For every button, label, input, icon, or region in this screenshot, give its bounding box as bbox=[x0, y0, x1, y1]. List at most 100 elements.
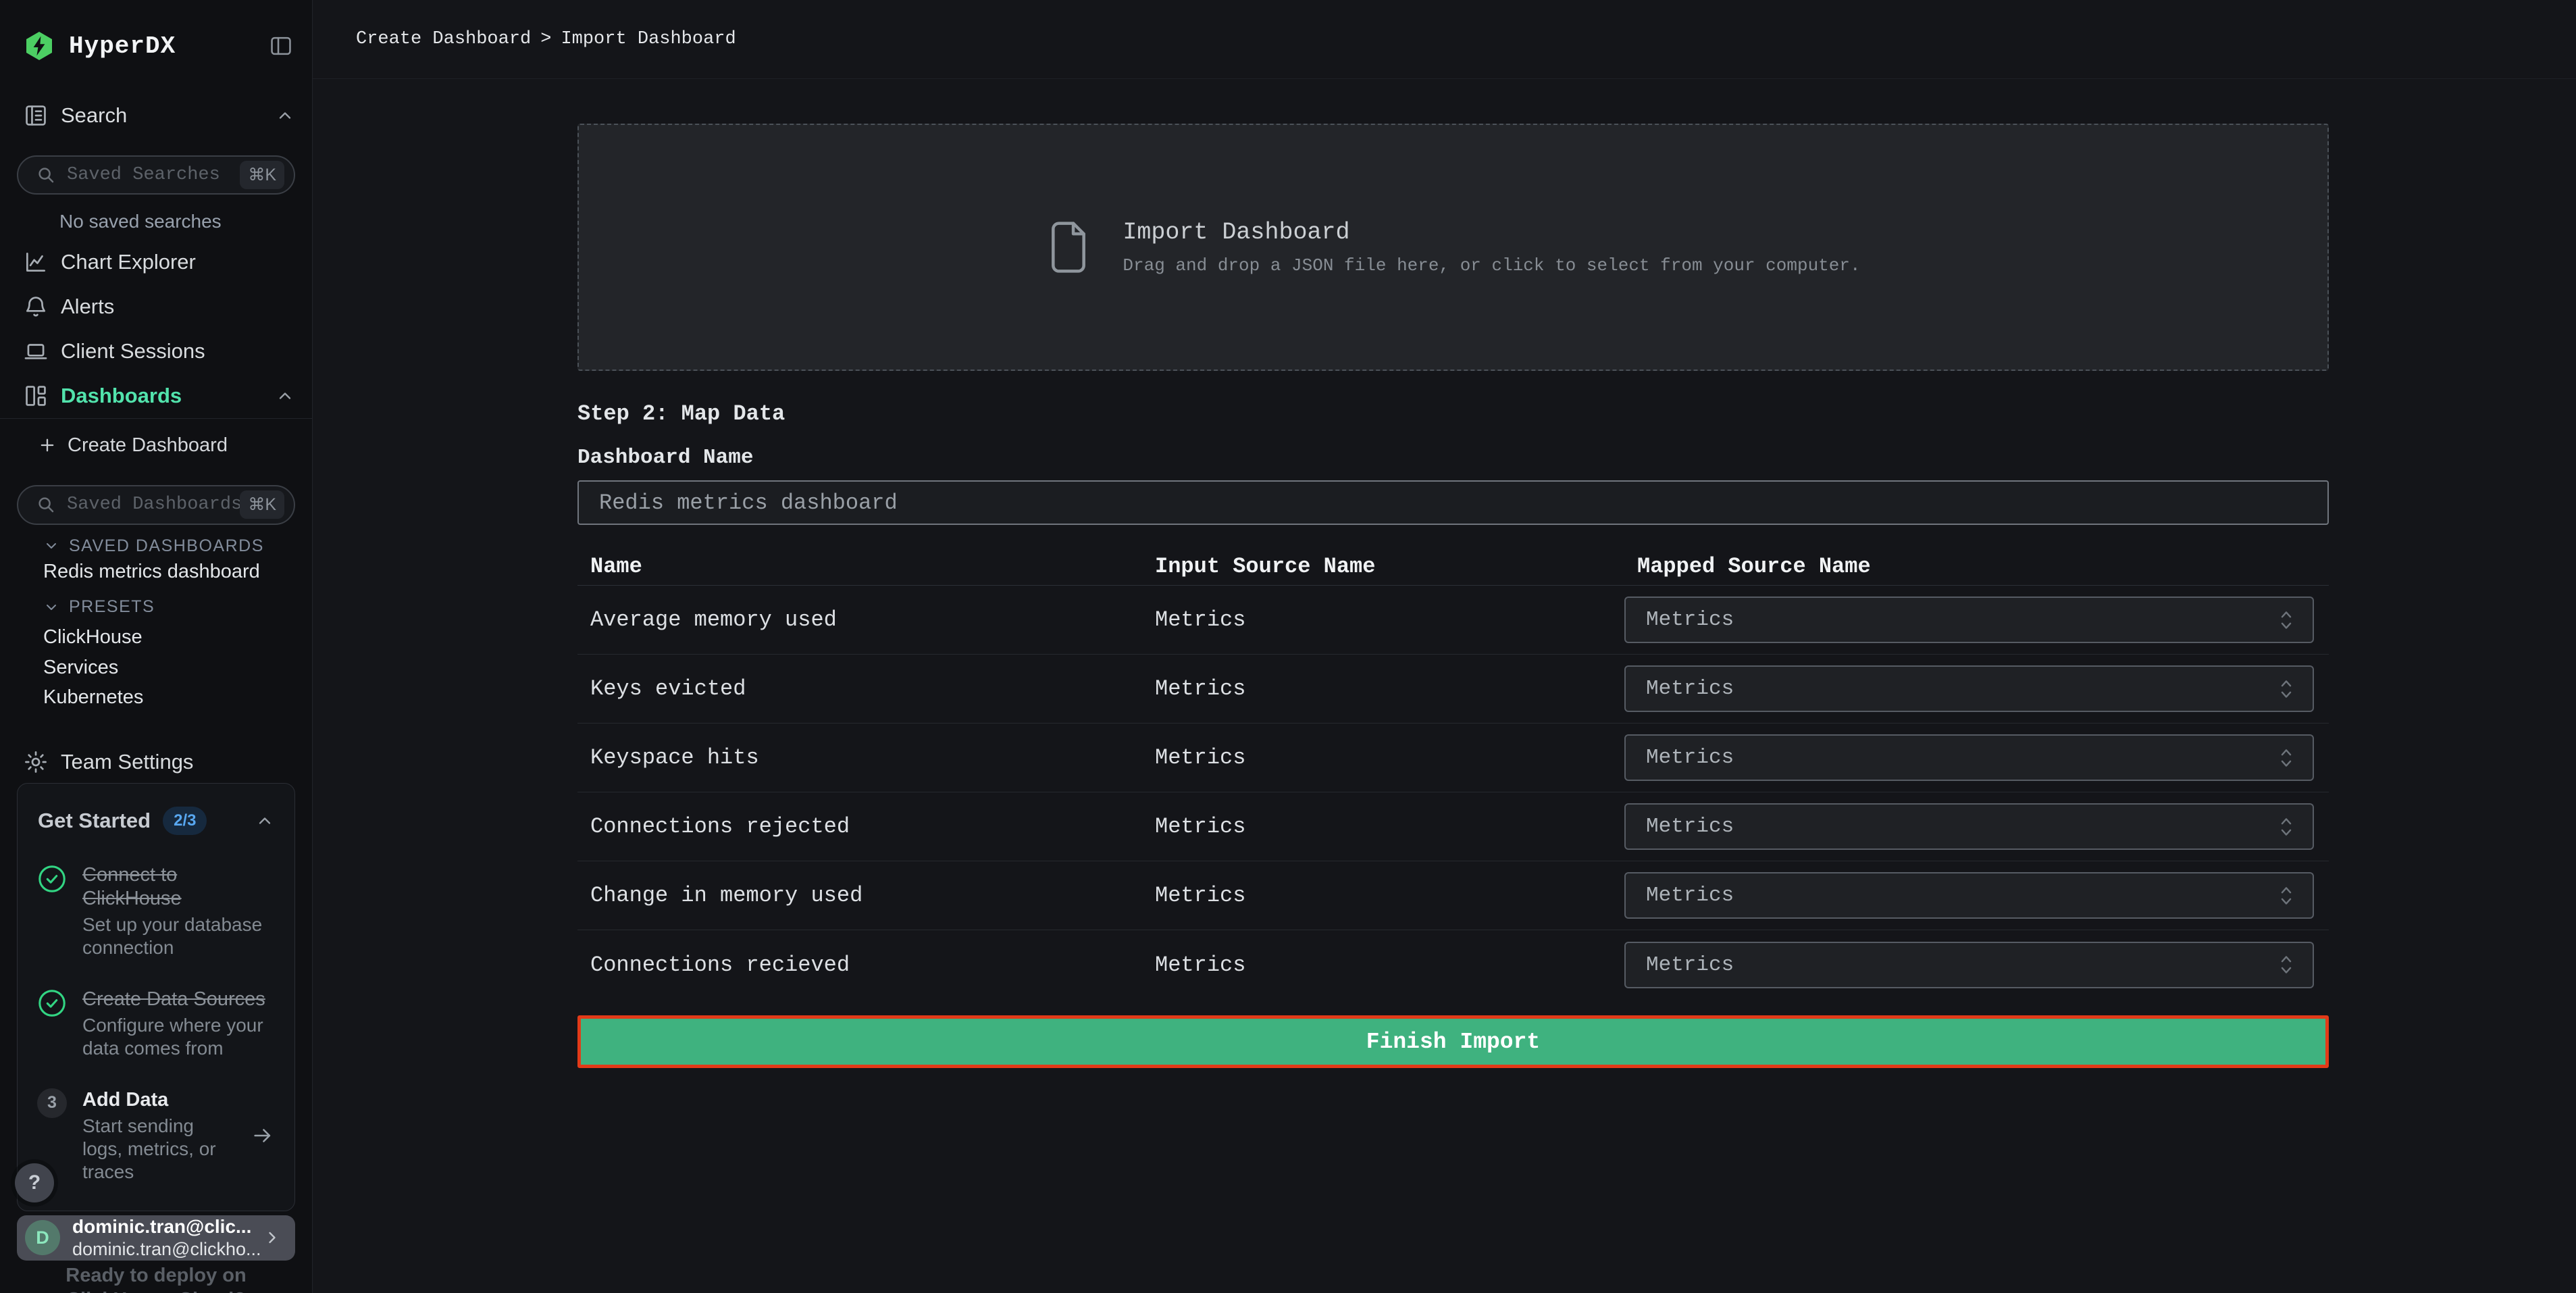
sidebar-item-label: Client Sessions bbox=[61, 339, 205, 363]
step-desc: Configure where your data comes from bbox=[82, 1014, 274, 1060]
saved-searches-search[interactable]: ⌘K bbox=[17, 155, 295, 195]
user-menu[interactable]: D dominic.tran@clic... dominic.tran@clic… bbox=[17, 1215, 295, 1261]
step-number-badge: 3 bbox=[37, 1088, 67, 1118]
sidebar-item-dashboards[interactable]: Dashboards bbox=[0, 374, 312, 418]
cell-name: Keys evicted bbox=[577, 676, 1142, 701]
panel-left-icon bbox=[268, 33, 294, 59]
get-started-step-add-data[interactable]: 3 Add Data Start sending logs, metrics, … bbox=[36, 1088, 274, 1184]
get-started-step-sources[interactable]: Create Data Sources Configure where your… bbox=[36, 988, 274, 1060]
avatar: D bbox=[25, 1220, 60, 1255]
chevron-up-icon bbox=[255, 811, 274, 830]
get-started-card: Get Started 2/3 Connect to ClickHouse Se… bbox=[17, 783, 295, 1211]
select-chevrons-icon bbox=[2276, 746, 2296, 769]
sidebar-item-alerts[interactable]: Alerts bbox=[0, 284, 312, 329]
arrow-right-icon bbox=[251, 1124, 274, 1147]
dropzone-subtitle: Drag and drop a JSON file here, or click… bbox=[1123, 255, 1860, 276]
mapped-source-select[interactable]: Metrics bbox=[1624, 597, 2314, 643]
saved-dashboards-input[interactable] bbox=[67, 495, 240, 515]
select-chevrons-icon bbox=[2276, 678, 2296, 701]
cloud-promo-text: Ready to deploy on ClickHouse Cloud? bbox=[0, 1263, 312, 1293]
section-saved-dashboards[interactable]: SAVED DASHBOARDS bbox=[43, 536, 312, 557]
progress-badge: 2/3 bbox=[163, 807, 207, 835]
cell-input-source: Metrics bbox=[1142, 745, 1624, 770]
finish-import-button[interactable]: Finish Import bbox=[577, 1015, 2329, 1068]
sidebar-item-search[interactable]: Search bbox=[23, 97, 294, 134]
shortcut-badge: ⌘K bbox=[240, 490, 284, 519]
column-header-mapped-source: Mapped Source Name bbox=[1624, 554, 2329, 579]
cell-input-source: Metrics bbox=[1142, 607, 1624, 632]
preset-item-services[interactable]: Services bbox=[0, 653, 312, 683]
laptop-icon bbox=[23, 338, 49, 364]
cell-name: Average memory used bbox=[577, 607, 1142, 632]
breadcrumb-import-dashboard[interactable]: Import Dashboard bbox=[561, 29, 736, 49]
select-value: Metrics bbox=[1646, 953, 1734, 977]
chart-explorer-icon bbox=[23, 249, 49, 275]
preset-item-clickhouse[interactable]: ClickHouse bbox=[0, 622, 312, 653]
section-label: PRESETS bbox=[69, 597, 155, 617]
sidebar: HyperDX Search ⌘K No saved searches Char… bbox=[0, 0, 313, 1293]
dashboards-icon bbox=[23, 383, 49, 409]
create-dashboard-label: Create Dashboard bbox=[68, 434, 228, 457]
logo-row: HyperDX bbox=[23, 27, 294, 65]
cell-name: Connections recieved bbox=[577, 953, 1142, 978]
promo-line-2: ClickHouse Cloud? bbox=[0, 1288, 312, 1293]
hyperdx-logo-icon bbox=[23, 30, 55, 62]
step-heading: Step 2: Map Data bbox=[577, 403, 2329, 425]
saved-dashboards-search[interactable]: ⌘K bbox=[17, 485, 295, 524]
chevron-up-icon bbox=[276, 106, 294, 125]
mapped-source-select[interactable]: Metrics bbox=[1624, 872, 2314, 919]
select-value: Metrics bbox=[1646, 608, 1734, 632]
table-row: Average memory used Metrics Metrics bbox=[577, 586, 2329, 655]
dashboard-name-label: Dashboard Name bbox=[577, 447, 2329, 469]
sidebar-item-label: Alerts bbox=[61, 295, 114, 319]
saved-dashboard-item[interactable]: Redis metrics dashboard bbox=[0, 557, 312, 587]
plus-icon bbox=[38, 436, 57, 455]
help-button[interactable]: ? bbox=[15, 1163, 54, 1202]
step-title: Create Data Sources bbox=[82, 988, 274, 1011]
dashboard-name-input[interactable] bbox=[577, 480, 2329, 525]
step-desc: Set up your database connection bbox=[82, 913, 274, 959]
mapped-source-select[interactable]: Metrics bbox=[1624, 665, 2314, 712]
user-name: dominic.tran@clic... bbox=[72, 1215, 261, 1238]
sidebar-item-chart-explorer[interactable]: Chart Explorer bbox=[0, 240, 312, 284]
import-dropzone[interactable]: Import Dashboard Drag and drop a JSON fi… bbox=[577, 124, 2329, 371]
search-icon bbox=[36, 165, 56, 185]
select-value: Metrics bbox=[1646, 815, 1734, 838]
preset-item-kubernetes[interactable]: Kubernetes bbox=[0, 682, 312, 713]
promo-line-1: Ready to deploy on bbox=[0, 1263, 312, 1288]
dropzone-text: Import Dashboard Drag and drop a JSON fi… bbox=[1123, 219, 1860, 276]
no-saved-searches-text: No saved searches bbox=[59, 211, 312, 232]
select-chevrons-icon bbox=[2276, 953, 2296, 976]
chevron-down-icon bbox=[43, 538, 59, 554]
chevron-down-icon bbox=[43, 599, 59, 615]
collapse-sidebar-button[interactable] bbox=[267, 32, 294, 59]
step-title: Connect to ClickHouse bbox=[82, 863, 274, 911]
dropzone-title: Import Dashboard bbox=[1123, 219, 1860, 246]
mapped-source-select[interactable]: Metrics bbox=[1624, 942, 2314, 988]
breadcrumb-create-dashboard[interactable]: Create Dashboard bbox=[356, 29, 531, 49]
mapped-source-select[interactable]: Metrics bbox=[1624, 734, 2314, 781]
cell-input-source: Metrics bbox=[1142, 676, 1624, 701]
app-title: HyperDX bbox=[69, 32, 176, 60]
topbar: Create Dashboard > Import Dashboard bbox=[313, 0, 2576, 79]
section-presets[interactable]: PRESETS bbox=[43, 597, 312, 618]
sidebar-item-team-settings[interactable]: Team Settings bbox=[0, 741, 312, 783]
user-email: dominic.tran@clickho... bbox=[72, 1238, 261, 1261]
get-started-header[interactable]: Get Started 2/3 bbox=[18, 784, 294, 835]
sidebar-item-client-sessions[interactable]: Client Sessions bbox=[0, 329, 312, 374]
cell-name: Connections rejected bbox=[577, 814, 1142, 839]
main-area: Create Dashboard > Import Dashboard Impo… bbox=[313, 0, 2576, 1293]
chevron-up-icon bbox=[276, 386, 294, 405]
chevron-right-icon bbox=[263, 1228, 282, 1247]
select-value: Metrics bbox=[1646, 746, 1734, 769]
mapped-source-select[interactable]: Metrics bbox=[1624, 803, 2314, 850]
select-chevrons-icon bbox=[2276, 609, 2296, 632]
cell-input-source: Metrics bbox=[1142, 883, 1624, 908]
check-circle-icon bbox=[36, 863, 68, 894]
saved-searches-input[interactable] bbox=[67, 165, 240, 185]
create-dashboard-button[interactable]: Create Dashboard bbox=[0, 427, 312, 463]
table-header-row: Name Input Source Name Mapped Source Nam… bbox=[577, 548, 2329, 586]
table-row: Keys evicted Metrics Metrics bbox=[577, 655, 2329, 724]
breadcrumb-separator: > bbox=[540, 29, 551, 49]
get-started-step-connect[interactable]: Connect to ClickHouse Set up your databa… bbox=[36, 863, 274, 959]
